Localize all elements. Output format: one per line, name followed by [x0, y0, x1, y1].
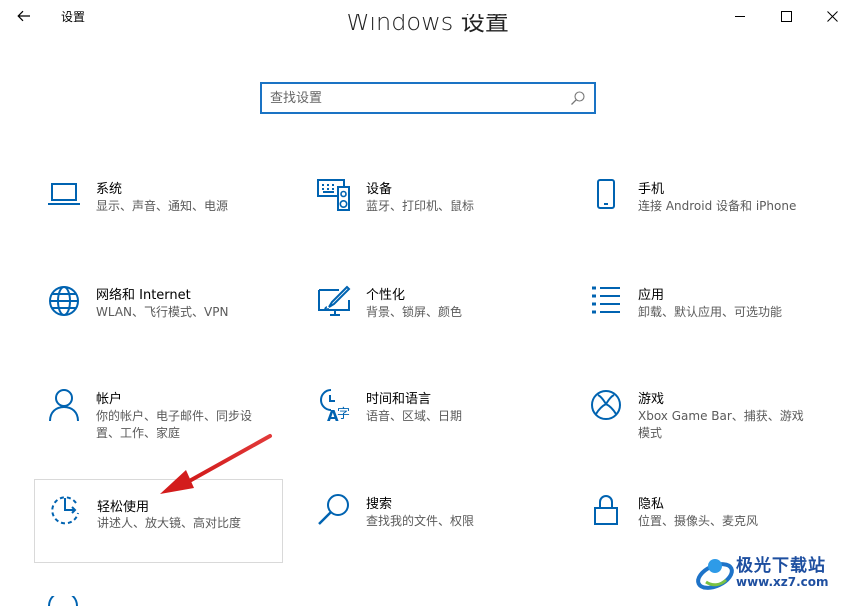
category-description: 卸载、默认应用、可选功能 [638, 305, 783, 319]
category-description: 讲述人、放大镜、高对比度 [97, 516, 242, 530]
category-title: 搜索 [366, 497, 393, 512]
category-gaming[interactable]: 游戏 Xbox Game Bar、捕获、游戏模式 [576, 388, 826, 472]
category-description: Xbox Game Bar、捕获、游戏模式 [638, 409, 804, 440]
personalization-icon [318, 285, 351, 316]
watermark-title: 极光下载站 [736, 556, 826, 576]
category-description: 语音、区域、日期 [366, 409, 463, 423]
category-title: 系统 [96, 182, 123, 197]
category-description: 查找我的文件、权限 [366, 514, 475, 528]
category-description: 位置、摄像头、麦克风 [638, 514, 759, 528]
search-box[interactable] [260, 82, 596, 114]
search-icon[interactable] [570, 90, 586, 106]
category-system[interactable]: 系统 显示、声音、通知、电源 [34, 178, 284, 262]
category-title: 时间和语言 [366, 392, 432, 407]
category-description: 蓝牙、打印机、鼠标 [366, 199, 475, 213]
category-title: 帐户 [96, 392, 123, 407]
laptop-icon [48, 183, 80, 205]
category-title: 隐私 [638, 497, 665, 512]
category-title: 手机 [638, 182, 665, 197]
lock-icon [594, 495, 618, 525]
person-icon [49, 389, 79, 422]
xbox-icon [591, 390, 621, 420]
watermark-url: www.xz7.com [736, 575, 829, 589]
category-description: 你的帐户、电子邮件、同步设置、工作、家庭 [96, 409, 253, 440]
ease-of-access-icon [51, 496, 79, 525]
category-accounts[interactable]: 帐户 你的帐户、电子邮件、同步设置、工作、家庭 [34, 388, 284, 472]
category-description: 连接 Android 设备和 iPhone [638, 199, 797, 213]
category-personalization[interactable]: 个性化 背景、锁屏、颜色 [304, 284, 554, 368]
time-language-icon: A 字 [320, 389, 350, 422]
category-title: 网络和 Internet [96, 288, 191, 303]
page-title: Windows 设置 [346, 14, 509, 36]
watermark-swirl-icon [696, 559, 734, 590]
category-title: 个性化 [366, 288, 406, 303]
category-title: 游戏 [638, 392, 665, 407]
apps-list-icon [592, 286, 620, 314]
category-title: 应用 [638, 288, 665, 303]
watermark-logo: 极光下载站 www.xz7.com [692, 548, 852, 598]
category-description: 显示、声音、通知、电源 [96, 199, 229, 213]
category-description: 背景、锁屏、颜色 [366, 305, 463, 319]
partial-icon [48, 596, 78, 606]
category-ease-of-access[interactable]: 轻松使用 讲述人、放大镜、高对比度 [34, 479, 283, 563]
phone-icon [597, 179, 615, 209]
category-time-language[interactable]: A 字 时间和语言 语音、区域、日期 [304, 388, 554, 472]
category-title: 轻松使用 [97, 500, 150, 515]
svg-text:字: 字 [337, 407, 350, 422]
category-search[interactable]: 搜索 查找我的文件、权限 [304, 493, 554, 577]
category-phone[interactable]: 手机 连接 Android 设备和 iPhone [576, 178, 826, 262]
keyboard-speaker-icon [317, 179, 350, 211]
category-network[interactable]: 网络和 Internet WLAN、飞行模式、VPN [34, 284, 284, 368]
search-icon [318, 494, 349, 525]
category-description: WLAN、飞行模式、VPN [96, 305, 229, 319]
category-title: 设备 [366, 182, 393, 197]
category-devices[interactable]: 设备 蓝牙、打印机、鼠标 [304, 178, 554, 262]
category-apps[interactable]: 应用 卸载、默认应用、可选功能 [576, 284, 826, 368]
globe-icon [49, 286, 79, 316]
search-input[interactable] [270, 84, 560, 112]
